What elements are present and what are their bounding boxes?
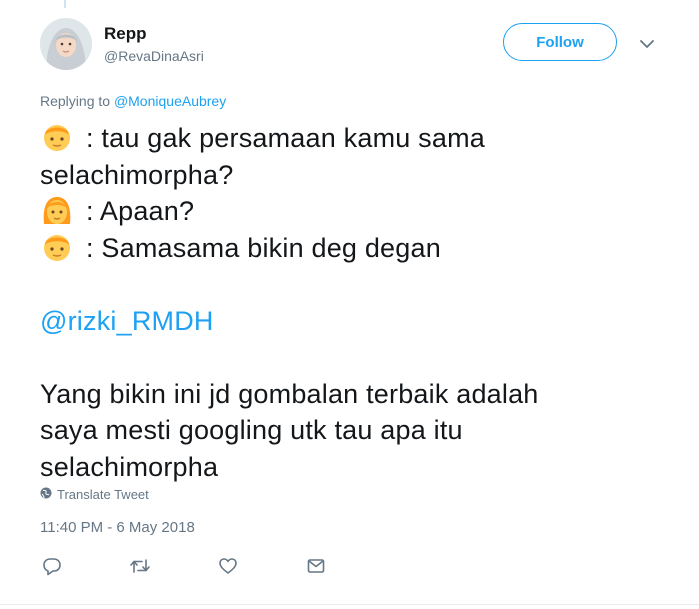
tweet-timestamp[interactable]: 11:40 PM - 6 May 2018 xyxy=(40,519,195,536)
tweet-line: : Apaan? xyxy=(40,193,680,230)
tweet-line-text: Yang bikin ini jd gombalan terbaik adala… xyxy=(40,378,539,409)
reply-icon[interactable] xyxy=(40,555,64,577)
avatar[interactable] xyxy=(40,18,92,70)
retweet-icon[interactable] xyxy=(128,555,152,577)
bottom-divider xyxy=(0,604,699,605)
thread-connector-line xyxy=(64,0,66,8)
follow-button[interactable]: Follow xyxy=(503,23,617,61)
author-display-name[interactable]: Repp xyxy=(104,24,147,44)
globe-icon xyxy=(40,487,52,502)
tweet-line-text: : Apaan? xyxy=(86,196,195,226)
tweet-line: selachimorpha? xyxy=(40,157,680,194)
tweet-line: : tau gak persamaan kamu sama xyxy=(40,120,680,157)
reply-context: Replying to @MoniqueAubrey xyxy=(40,93,226,109)
man-emoji-icon xyxy=(40,121,74,153)
tweet-line: selachimorpha xyxy=(40,449,680,486)
tweet-line: : Samasama bikin deg degan xyxy=(40,230,680,267)
reply-context-prefix: Replying to xyxy=(40,93,111,109)
reply-mention-link[interactable]: @MoniqueAubrey xyxy=(114,93,226,109)
tweet-line: @rizki_RMDH xyxy=(40,303,680,340)
author-username[interactable]: @RevaDinaAsri xyxy=(104,48,204,64)
tweet-text: : tau gak persamaan kamu sama selachimor… xyxy=(40,120,680,485)
tweet-line-text: : tau gak persamaan kamu sama xyxy=(86,123,486,153)
direct-message-icon[interactable] xyxy=(304,555,328,577)
like-icon[interactable] xyxy=(216,555,240,577)
tweet-line-text: selachimorpha xyxy=(40,451,219,482)
translate-tweet-label: Translate Tweet xyxy=(57,487,149,502)
translate-tweet-link[interactable]: Translate Tweet xyxy=(40,487,149,502)
tweet-line-text: saya mesti googling utk tau apa itu xyxy=(40,415,463,445)
tweet-line-text: : Samasama bikin deg degan xyxy=(86,232,441,263)
tweet-line: Yang bikin ini jd gombalan terbaik adala… xyxy=(40,376,680,413)
woman-emoji-icon xyxy=(40,194,74,226)
man-emoji-icon xyxy=(40,231,74,263)
tweet-line: saya mesti googling utk tau apa itu xyxy=(40,412,680,449)
chevron-down-icon[interactable] xyxy=(637,34,657,54)
tweet-card: Repp @RevaDinaAsri Follow Replying to @M… xyxy=(0,0,699,609)
tweet-line-text: selachimorpha? xyxy=(40,159,234,190)
tweet-mention-link[interactable]: @rizki_RMDH xyxy=(40,306,214,336)
